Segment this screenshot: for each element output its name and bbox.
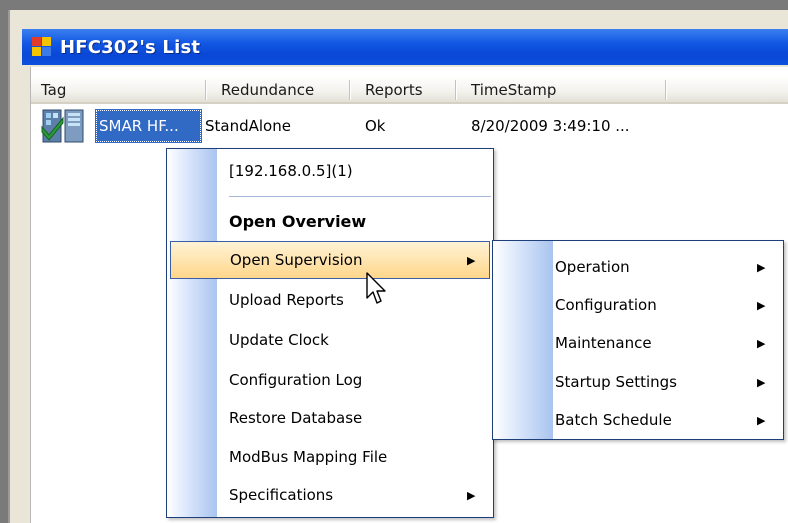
row-tag-text: SMAR HF... xyxy=(99,117,179,135)
row-redundance-cell: StandAlone xyxy=(205,109,291,143)
submenu-arrow-icon: ▶ xyxy=(757,375,766,389)
menu-item-label: Restore Database xyxy=(229,409,363,427)
submenu-arrow-icon: ▶ xyxy=(757,260,766,274)
window-title: HFC302's List xyxy=(60,36,201,58)
row-tag-cell[interactable]: SMAR HF... xyxy=(95,109,202,143)
menu-item-configuration-log[interactable]: Configuration Log xyxy=(167,360,493,400)
column-redundance[interactable]: Redundance xyxy=(215,76,349,104)
menu-item-address-label: [192.168.0.5](1) xyxy=(229,162,353,180)
column-timestamp[interactable]: TimeStamp xyxy=(465,76,665,104)
menu-item-label: Specifications xyxy=(229,486,334,504)
menu-item-label: ModBus Mapping File xyxy=(229,448,388,466)
column-divider[interactable] xyxy=(205,80,207,100)
column-divider[interactable] xyxy=(665,80,667,100)
column-reports-label: Reports xyxy=(365,81,423,99)
submenu-item-label: Maintenance xyxy=(555,334,652,352)
submenu-item-operation[interactable]: Operation ▶ xyxy=(493,247,783,287)
mouse-cursor-icon xyxy=(366,272,386,304)
submenu-arrow-icon: ▶ xyxy=(757,413,766,427)
submenu-item-label: Configuration xyxy=(555,296,657,314)
submenu: Operation ▶ Configuration ▶ Maintenance … xyxy=(492,240,784,440)
submenu-item-configuration[interactable]: Configuration ▶ xyxy=(493,285,783,325)
column-tag[interactable]: Tag xyxy=(35,76,205,104)
table-row[interactable]: SMAR HF... StandAlone Ok 8/20/2009 3:49:… xyxy=(31,109,788,143)
device-ok-icon xyxy=(41,109,84,143)
context-menu: [192.168.0.5](1) Open Overview Open Supe… xyxy=(166,148,494,518)
menu-item-open-overview[interactable]: Open Overview xyxy=(167,201,493,241)
row-timestamp-cell: 8/20/2009 3:49:10 ... xyxy=(471,109,630,143)
row-timestamp-text: 8/20/2009 3:49:10 ... xyxy=(471,117,630,135)
row-reports-cell: Ok xyxy=(365,109,386,143)
submenu-item-label: Batch Schedule xyxy=(555,411,672,429)
column-timestamp-label: TimeStamp xyxy=(471,81,557,99)
column-divider[interactable] xyxy=(455,80,457,100)
submenu-arrow-icon: ▶ xyxy=(757,336,766,350)
menu-item-label: Update Clock xyxy=(229,331,329,349)
menu-item-specifications[interactable]: Specifications ▶ xyxy=(167,475,493,515)
menu-item-label: Open Supervision xyxy=(230,251,363,269)
menu-item-label: Open Overview xyxy=(229,211,367,231)
menu-item-label: Configuration Log xyxy=(229,371,363,389)
column-redundance-label: Redundance xyxy=(221,81,315,99)
submenu-item-startup-settings[interactable]: Startup Settings ▶ xyxy=(493,362,783,402)
submenu-arrow-icon: ▶ xyxy=(467,253,476,267)
menu-item-update-clock[interactable]: Update Clock xyxy=(167,320,493,360)
submenu-item-label: Startup Settings xyxy=(555,373,677,391)
menu-item-address: [192.168.0.5](1) xyxy=(167,151,493,191)
menu-item-restore-database[interactable]: Restore Database xyxy=(167,398,493,438)
column-tag-label: Tag xyxy=(41,81,67,99)
app-icon xyxy=(32,37,52,57)
column-reports[interactable]: Reports xyxy=(359,76,455,104)
column-divider[interactable] xyxy=(349,80,351,100)
submenu-item-label: Operation xyxy=(555,258,630,276)
title-bar[interactable]: HFC302's List xyxy=(22,29,788,65)
menu-item-modbus-mapping-file[interactable]: ModBus Mapping File xyxy=(167,437,493,477)
menu-item-label: Upload Reports xyxy=(229,291,344,309)
row-redundance-text: StandAlone xyxy=(205,117,291,135)
submenu-item-maintenance[interactable]: Maintenance ▶ xyxy=(493,323,783,363)
submenu-arrow-icon: ▶ xyxy=(467,488,476,502)
submenu-arrow-icon: ▶ xyxy=(757,298,766,312)
menu-separator xyxy=(229,196,491,198)
menu-item-upload-reports[interactable]: Upload Reports xyxy=(167,280,493,320)
column-header: Tag Redundance Reports TimeStamp xyxy=(31,76,788,104)
submenu-item-batch-schedule[interactable]: Batch Schedule ▶ xyxy=(493,400,783,440)
row-reports-text: Ok xyxy=(365,117,386,135)
menu-item-open-supervision[interactable]: Open Supervision ▶ xyxy=(170,241,490,279)
